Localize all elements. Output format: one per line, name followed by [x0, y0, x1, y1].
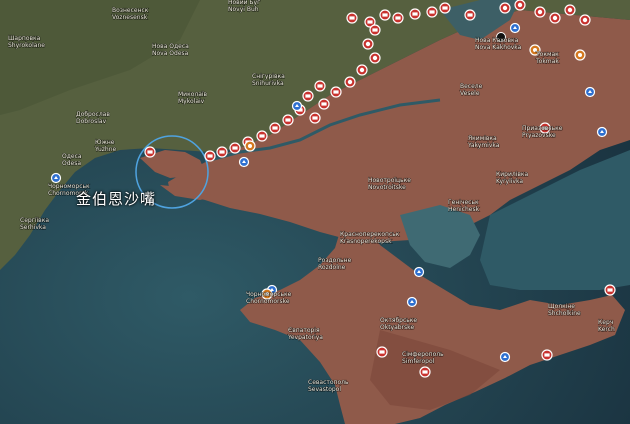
map-layer[interactable]: Вознесенск Voznesensk Нова Одеса Nova Odesa… [0, 0, 630, 424]
front-marker[interactable] [229, 142, 241, 154]
front-marker[interactable] [541, 349, 553, 361]
front-marker[interactable] [392, 12, 404, 24]
place-label: Чорноморське Chornomorske [246, 291, 292, 305]
place-label: Октябрське Oktyabrske [380, 317, 417, 331]
front-marker[interactable] [376, 346, 388, 358]
unit-marker-blue[interactable] [50, 172, 62, 184]
place-label: Якимівка Yakymivka [467, 135, 500, 149]
unit-marker-blue[interactable] [406, 296, 418, 308]
front-marker[interactable] [464, 9, 476, 21]
unit-marker-blue[interactable] [238, 156, 250, 168]
front-marker[interactable] [269, 122, 281, 134]
front-marker[interactable] [314, 80, 326, 92]
front-marker[interactable] [514, 0, 526, 11]
front-marker[interactable] [330, 86, 342, 98]
place-label: Керч Kerch [598, 319, 615, 333]
place-label: Шарповка Shyrokolane [8, 35, 45, 49]
place-label: Генічеськ Henichesk [448, 199, 480, 213]
front-marker[interactable] [499, 2, 511, 14]
unit-marker-blue[interactable] [291, 100, 303, 112]
front-marker[interactable] [369, 24, 381, 36]
front-marker[interactable] [282, 114, 294, 126]
front-marker[interactable] [579, 14, 591, 26]
place-label: Новотроїцьке Novotroitske [368, 177, 411, 191]
front-marker[interactable] [256, 130, 268, 142]
front-marker[interactable] [564, 4, 576, 16]
place-label: Одеса Odesa [62, 153, 82, 167]
front-marker[interactable] [426, 6, 438, 18]
place-label: Нова Каховка Nova Kakhovka [475, 37, 522, 51]
place-label: Євпаторія Yevpatoriya [287, 327, 323, 341]
front-marker[interactable] [439, 2, 451, 14]
front-marker[interactable] [379, 9, 391, 21]
place-label: Красноперекопськ Krasnoperekopsk [340, 231, 400, 245]
kinburn-spit-label: 金伯恩沙嘴 [76, 190, 157, 208]
front-marker[interactable] [318, 98, 330, 110]
front-marker[interactable] [534, 6, 546, 18]
front-marker[interactable] [604, 284, 616, 296]
place-label: Доброслав Dobroslav [76, 111, 110, 125]
front-marker[interactable] [419, 366, 431, 378]
front-marker[interactable] [344, 76, 356, 88]
front-marker[interactable] [204, 150, 216, 162]
front-marker[interactable] [309, 112, 321, 124]
place-label: Миколаїв Mykolaiv [178, 91, 208, 105]
unit-marker-orange[interactable] [574, 49, 586, 61]
unit-marker-blue[interactable] [499, 351, 511, 363]
front-marker[interactable] [409, 8, 421, 20]
place-label: Вознесенск Voznesensk [112, 7, 149, 21]
unit-marker-orange[interactable] [244, 140, 256, 152]
unit-marker-blue[interactable] [596, 126, 608, 138]
place-label: Нова Одеса Nova Odesa [152, 43, 189, 57]
place-label: Веселе Vesele [460, 83, 483, 97]
front-marker[interactable] [144, 146, 156, 158]
unit-marker-blue[interactable] [413, 266, 425, 278]
front-marker[interactable] [346, 12, 358, 24]
place-label: Южне Yuzhne [94, 139, 117, 153]
front-marker[interactable] [356, 64, 368, 76]
unit-marker-blue[interactable] [584, 86, 596, 98]
place-label: Токмак Tokmak [535, 51, 559, 65]
place-label: Новий Буг Novyi Buh [228, 0, 260, 13]
front-marker[interactable] [369, 52, 381, 64]
place-label: Снігурівка Snihurivka [252, 73, 285, 87]
front-marker[interactable] [549, 12, 561, 24]
front-marker[interactable] [362, 38, 374, 50]
front-marker[interactable] [216, 146, 228, 158]
front-marker[interactable] [302, 90, 314, 102]
map-canvas[interactable]: Вознесенск Voznesensk Нова Одеса Nova Odesa… [0, 0, 630, 424]
place-label: Сергіївка Serhivka [20, 217, 49, 231]
unit-marker-blue[interactable] [509, 22, 521, 34]
